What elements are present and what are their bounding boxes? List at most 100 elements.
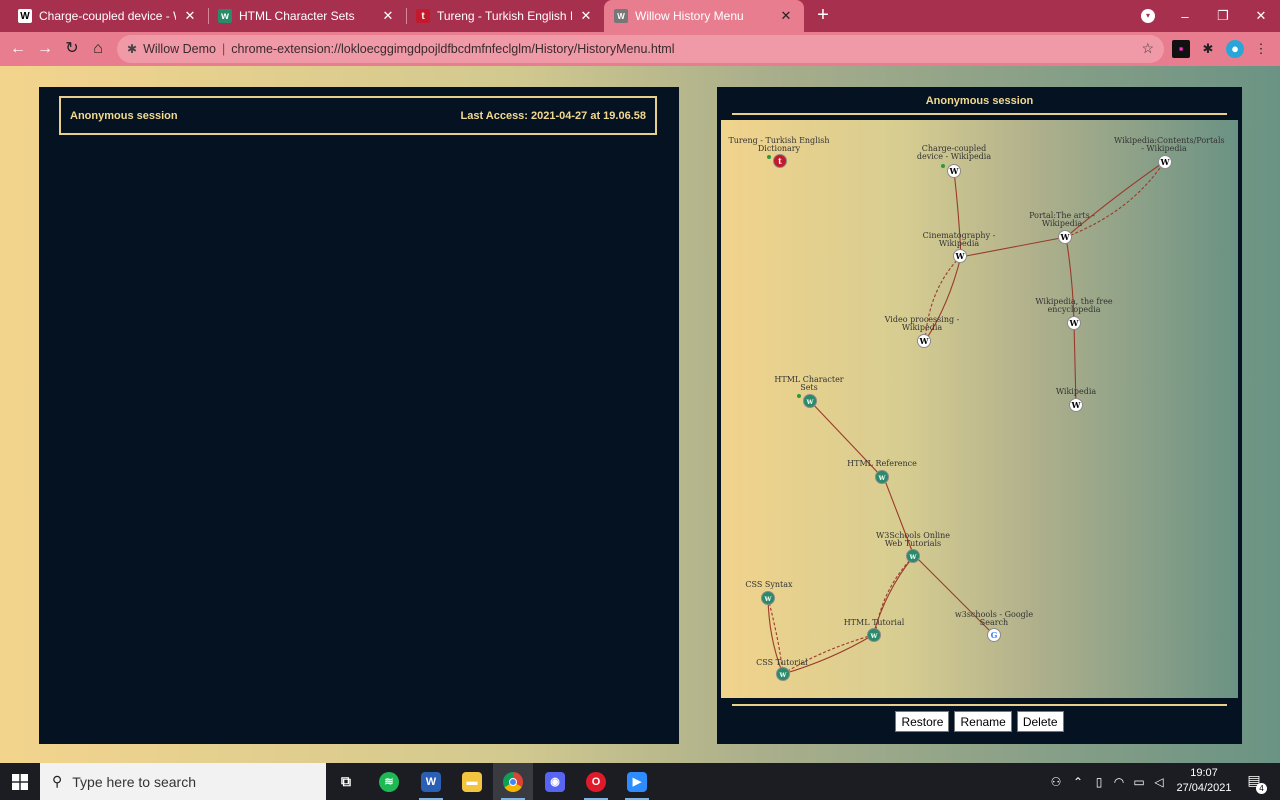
bookmark-star-icon[interactable]: ☆	[1141, 40, 1154, 57]
profile-avatar[interactable]: ●	[1226, 40, 1244, 58]
w3schools-icon[interactable]: w	[867, 628, 881, 642]
w3schools-icon[interactable]: w	[776, 667, 790, 681]
node-label: Tureng - Turkish English Dictionary	[728, 136, 830, 153]
tab-willow-history-menu[interactable]: W Willow History Menu ✕	[604, 0, 804, 32]
notification-center-icon[interactable]: ▤ 4	[1244, 772, 1267, 794]
wikipedia-icon[interactable]: W	[917, 334, 931, 348]
wikipedia-icon[interactable]: W	[1158, 155, 1172, 169]
node-label: CSS Tutorial	[756, 658, 808, 667]
forward-icon[interactable]: →	[35, 39, 55, 59]
window-controls: – ❐ ✕	[1166, 0, 1280, 32]
discord-icon[interactable]: ◉	[535, 763, 575, 800]
session-title: Anonymous session	[70, 109, 178, 122]
people-icon[interactable]: ⚇	[1045, 775, 1067, 789]
tureng-icon[interactable]: t	[773, 154, 787, 168]
node-label: w3schools - Google Search	[954, 610, 1034, 627]
node-label: Wikipedia:Contents/Portals - Wikipedia	[1114, 136, 1225, 153]
willow-favicon-icon: W	[614, 9, 628, 23]
puzzle-piece-icon: ✱	[127, 42, 138, 56]
tab-html-character-sets[interactable]: w HTML Character Sets ✕	[208, 0, 406, 32]
node-label: Wikipedia	[1055, 387, 1097, 396]
chrome-icon[interactable]	[493, 763, 533, 800]
extension-name: Willow Demo	[143, 42, 216, 56]
battery-icon[interactable]: ▭	[1129, 775, 1149, 789]
close-icon[interactable]: ✕	[380, 8, 396, 24]
tab-search-icon[interactable]: ▾	[1141, 9, 1155, 23]
node-label: Cinematography - Wikipedia	[922, 231, 996, 248]
file-explorer-icon[interactable]: ▬	[452, 763, 492, 800]
opera-icon[interactable]: O	[576, 763, 616, 800]
node-label: CSS Syntax	[745, 580, 793, 589]
restore-icon[interactable]: ❐	[1204, 8, 1242, 24]
google-icon[interactable]: G	[987, 628, 1001, 642]
reload-icon[interactable]: ↻	[62, 39, 82, 59]
page-background: Anonymous session Last Access: 2021-04-2…	[0, 66, 1280, 763]
node-label: HTML Tutorial	[843, 618, 905, 627]
open-tab-indicator	[941, 164, 945, 168]
wikipedia-icon[interactable]: W	[947, 164, 961, 178]
session-actions: Restore Rename Delete	[717, 711, 1242, 732]
word-icon[interactable]: W	[411, 763, 451, 800]
device-icon[interactable]: ▯	[1089, 775, 1109, 789]
chevron-up-icon[interactable]: ⌃	[1067, 775, 1089, 789]
extension-icon[interactable]: ▪	[1172, 40, 1190, 58]
node-label: HTML Reference	[847, 459, 917, 468]
search-icon: ⚲	[52, 773, 63, 789]
volume-icon[interactable]: ◁	[1149, 775, 1169, 789]
taskbar-search[interactable]: ⚲ Type here to search	[40, 763, 326, 800]
close-icon[interactable]: ✕	[578, 8, 594, 24]
back-icon[interactable]: ←	[8, 39, 28, 59]
divider	[732, 113, 1227, 115]
windows-taskbar: ⚲ Type here to search ⧉ ≋ W ▬ ◉ O ▶ ⚇ ⌃ …	[0, 763, 1280, 800]
rename-button[interactable]: Rename	[954, 711, 1012, 732]
w3schools-icon[interactable]: w	[761, 591, 775, 605]
delete-button[interactable]: Delete	[1016, 711, 1064, 732]
w3schools-icon[interactable]: w	[906, 549, 920, 563]
wifi-icon[interactable]: ◠	[1109, 775, 1129, 789]
clock-date: 27/04/2021	[1176, 782, 1232, 794]
address-bar[interactable]: ✱ Willow Demo | chrome-extension://loklo…	[117, 35, 1164, 63]
browser-toolbar: ← → ↻ ⌂ ✱ Willow Demo | chrome-extension…	[0, 32, 1280, 66]
windows-start-icon[interactable]	[0, 763, 40, 800]
wikipedia-icon[interactable]: W	[1067, 316, 1081, 330]
node-label: Wikipedia, the free encyclopedia	[1035, 297, 1113, 314]
close-window-icon[interactable]: ✕	[1242, 8, 1280, 24]
node-label: HTML Character Sets	[774, 375, 844, 392]
close-icon[interactable]: ✕	[778, 8, 794, 24]
home-icon[interactable]: ⌂	[88, 39, 108, 59]
history-graph[interactable]: Tureng - Turkish English Dictionary Char…	[721, 120, 1238, 698]
wikipedia-icon[interactable]: W	[1058, 230, 1072, 244]
w3schools-icon[interactable]: w	[803, 394, 817, 408]
browser-tab-bar: W Charge-coupled device - Wikipedia ✕ w …	[0, 0, 1280, 32]
zoom-icon[interactable]: ▶	[617, 763, 657, 800]
tab-charge-coupled-device[interactable]: W Charge-coupled device - Wikipedia ✕	[8, 0, 208, 32]
session-detail-panel: Anonymous session Tureng - Turkish Engli…	[717, 87, 1242, 744]
spotify-icon[interactable]: ≋	[369, 763, 409, 800]
task-view-icon[interactable]: ⧉	[326, 763, 366, 800]
session-list-panel: Anonymous session Last Access: 2021-04-2…	[39, 87, 679, 744]
wikipedia-icon[interactable]: W	[1069, 398, 1083, 412]
extensions-puzzle-icon[interactable]: ✱	[1199, 40, 1217, 58]
search-placeholder: Type here to search	[72, 773, 197, 790]
restore-button[interactable]: Restore	[895, 711, 950, 732]
node-label: Video processing - Wikipedia	[884, 315, 960, 332]
wikipedia-icon[interactable]: W	[953, 249, 967, 263]
node-label: Portal:The arts - Wikipedia	[1029, 211, 1095, 228]
node-label: Charge-coupled device - Wikipedia	[916, 144, 992, 161]
notification-count: 4	[1256, 783, 1267, 794]
tab-label: Willow History Menu	[635, 9, 744, 23]
tab-label: Charge-coupled device - Wikipedia	[39, 9, 176, 23]
taskbar-clock[interactable]: 19:07 27/04/2021	[1174, 766, 1234, 796]
tureng-favicon-icon: t	[416, 9, 430, 23]
minimize-icon[interactable]: –	[1166, 9, 1204, 24]
tab-tureng[interactable]: t Tureng - Turkish English Dictionary ✕	[406, 0, 604, 32]
close-icon[interactable]: ✕	[182, 8, 198, 24]
menu-kebab-icon[interactable]: ⋮	[1252, 40, 1270, 58]
plus-icon[interactable]: +	[812, 4, 834, 26]
w3schools-icon[interactable]: w	[875, 470, 889, 484]
edge-csstut-htmltut	[782, 634, 874, 675]
last-access: Last Access: 2021-04-27 at 19.06.58	[460, 109, 647, 122]
node-label: W3Schools Online Web Tutorials	[876, 531, 950, 548]
edge-htmltut-csstut	[782, 634, 874, 675]
session-entry[interactable]: Anonymous session Last Access: 2021-04-2…	[59, 96, 657, 135]
